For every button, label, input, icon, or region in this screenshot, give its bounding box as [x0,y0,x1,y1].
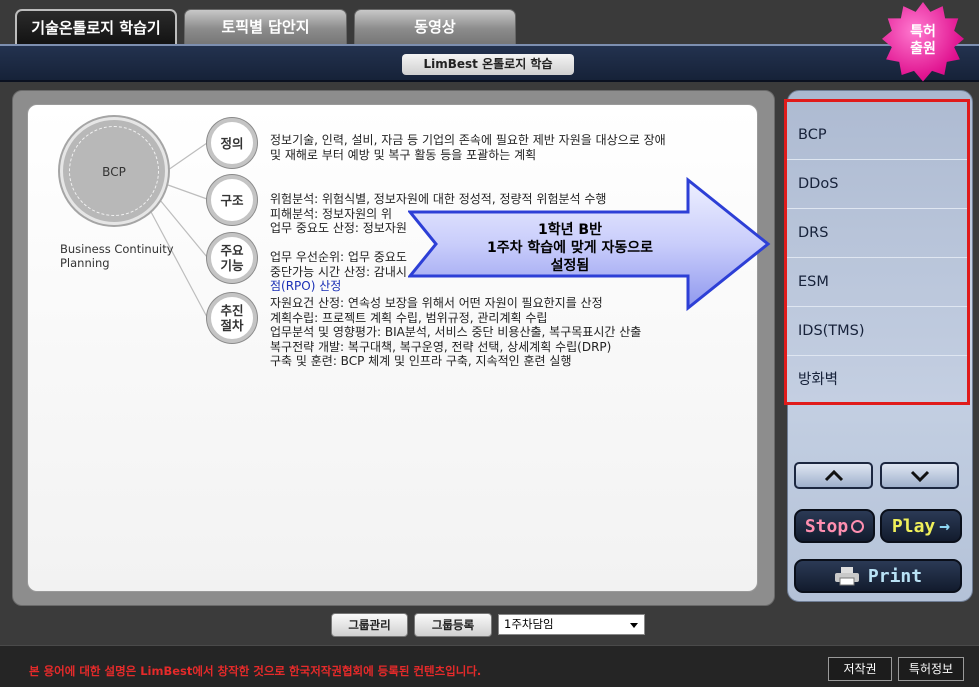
stop-label: Stop [804,515,849,537]
node-functions-label: 주요 기능 [220,243,244,273]
concept-subtitle: Business Continuity Planning [60,242,190,270]
functions-text: 업무 우선순위: 업무 중요도 중단가능 시간 산정: 감내시 점(RPO) 산… [270,250,407,294]
arrow-line3: 설정됨 [550,258,590,274]
arrow-line1: 1학년 B반 [538,222,602,238]
node-procedure[interactable]: 추진 절차 [207,293,257,343]
week-select-value: 1주차담임 [504,617,554,631]
scroll-down-button[interactable] [880,462,959,489]
copyright-button[interactable]: 저작권 [828,657,892,681]
patent-info-button[interactable]: 특허정보 [898,657,964,681]
stop-circle-icon [851,519,865,533]
arrow-right-small-icon: → [939,515,951,537]
chevron-down-icon [910,470,929,482]
menu-item-bcp[interactable]: BCP [787,111,967,160]
concept-center-circle[interactable]: BCP [60,117,168,225]
term-menu: BCP DDoS DRS ESM IDS(TMS) 방화벽 [784,99,970,405]
footer-copyright-note: 본 용어에 대한 설명은 LimBest에서 창작한 것으로 한국저작권협회에 … [29,664,482,678]
arrow-message: 1학년 B반 1주차 학습에 맞게 자동으로 설정됨 [470,221,670,275]
play-button[interactable]: Play → [880,509,962,543]
arrow-line2: 1주차 학습에 맞게 자동으로 [486,240,654,256]
node-procedure-label: 추진 절차 [220,303,244,333]
subtitle-line1: Business Continuity [60,242,174,256]
definition-text: 정보기술, 인력, 설비, 자금 등 기업의 존속에 필요한 제반 자원을 대상… [270,133,666,162]
badge-line1: 특허 [910,24,936,40]
menu-item-ddos[interactable]: DDoS [787,160,967,209]
play-label: Play [891,515,936,537]
subtitle-line2: Planning [60,256,110,270]
node-definition-label: 정의 [220,135,244,151]
group-register-button[interactable]: 그룹등록 [414,613,492,637]
menu-item-esm[interactable]: ESM [787,258,967,307]
menu-item-drs[interactable]: DRS [787,209,967,258]
chevron-up-icon [824,469,843,481]
printer-icon [834,567,859,586]
week-select[interactable]: 1주차담임 [498,614,645,635]
menu-item-ids[interactable]: IDS(TMS) [787,307,967,356]
group-manage-button[interactable]: 그룹관리 [331,613,408,637]
menu-item-firewall[interactable]: 방화벽 [787,356,967,405]
print-button[interactable]: Print [794,559,962,593]
scroll-up-button[interactable] [794,462,873,489]
node-structure-label: 구조 [220,192,244,208]
dropdown-caret-icon [630,623,638,628]
print-label: Print [867,565,923,587]
node-definition[interactable]: 정의 [207,118,257,168]
node-structure[interactable]: 구조 [207,175,257,225]
concept-center-label: BCP [69,126,159,216]
badge-line2: 출원 [910,41,936,57]
node-functions[interactable]: 주요 기능 [207,233,257,283]
stop-button[interactable]: Stop [794,509,875,543]
